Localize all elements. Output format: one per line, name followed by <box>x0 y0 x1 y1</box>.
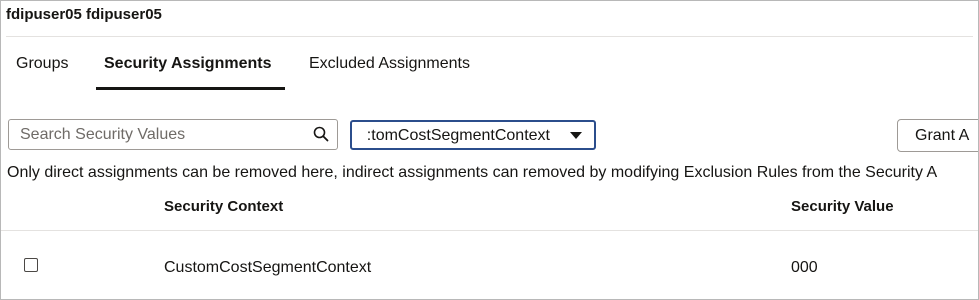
active-tab-indicator <box>96 87 285 90</box>
title-divider <box>6 36 973 37</box>
security-context-select-value: :tomCostSegmentContext <box>366 127 550 144</box>
tab-excluded-assignments[interactable]: Excluded Assignments <box>309 55 470 73</box>
column-header-security-value[interactable]: Security Value <box>791 198 894 215</box>
search-input[interactable] <box>9 120 309 149</box>
user-title: fdipuser05 fdipuser05 <box>6 6 162 23</box>
table-row[interactable]: CustomCostSegmentContext 000 <box>1 231 978 299</box>
grant-access-button[interactable]: Grant A <box>897 119 978 152</box>
security-assignments-panel: fdipuser05 fdipuser05 Groups Security As… <box>0 0 979 300</box>
tab-security-assignments[interactable]: Security Assignments <box>104 55 271 73</box>
security-context-select[interactable]: :tomCostSegmentContext <box>350 120 596 150</box>
tab-groups[interactable]: Groups <box>16 55 68 73</box>
cell-security-value: 000 <box>791 259 818 276</box>
search-field[interactable] <box>8 119 338 150</box>
row-select-checkbox[interactable] <box>24 258 38 272</box>
column-header-security-context[interactable]: Security Context <box>164 198 283 215</box>
table-header: Security Context Security Value <box>1 186 978 231</box>
info-message: Only direct assignments can be removed h… <box>7 164 938 181</box>
cell-security-context: CustomCostSegmentContext <box>164 259 372 276</box>
chevron-down-icon[interactable] <box>570 132 582 139</box>
search-icon[interactable] <box>313 126 329 142</box>
